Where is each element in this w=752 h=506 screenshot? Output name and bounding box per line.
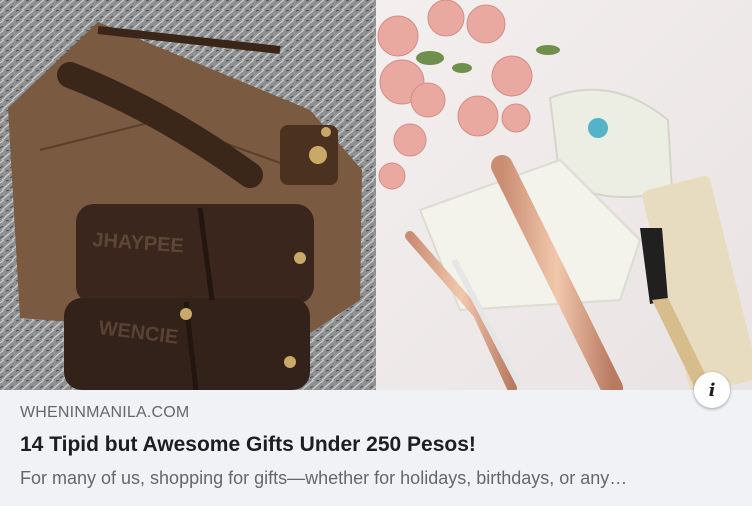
preview-image[interactable]: JHAYPEE WENCIE	[0, 0, 752, 390]
link-meta[interactable]: WHENINMANILA.COM 14 Tipid but Awesome Gi…	[20, 390, 732, 489]
straw-set-photo: ​	[376, 0, 752, 390]
leather-roll-photo: JHAYPEE WENCIE	[0, 0, 376, 390]
link-domain: WHENINMANILA.COM	[20, 404, 190, 421]
link-title[interactable]: 14 Tipid but Awesome Gifts Under 250 Pes…	[20, 432, 732, 458]
link-preview-card[interactable]: JHAYPEE WENCIE i WHENINMANILA.COM 14 Tip…	[0, 0, 752, 506]
link-description: For many of us, shopping for gifts—wheth…	[20, 468, 628, 488]
